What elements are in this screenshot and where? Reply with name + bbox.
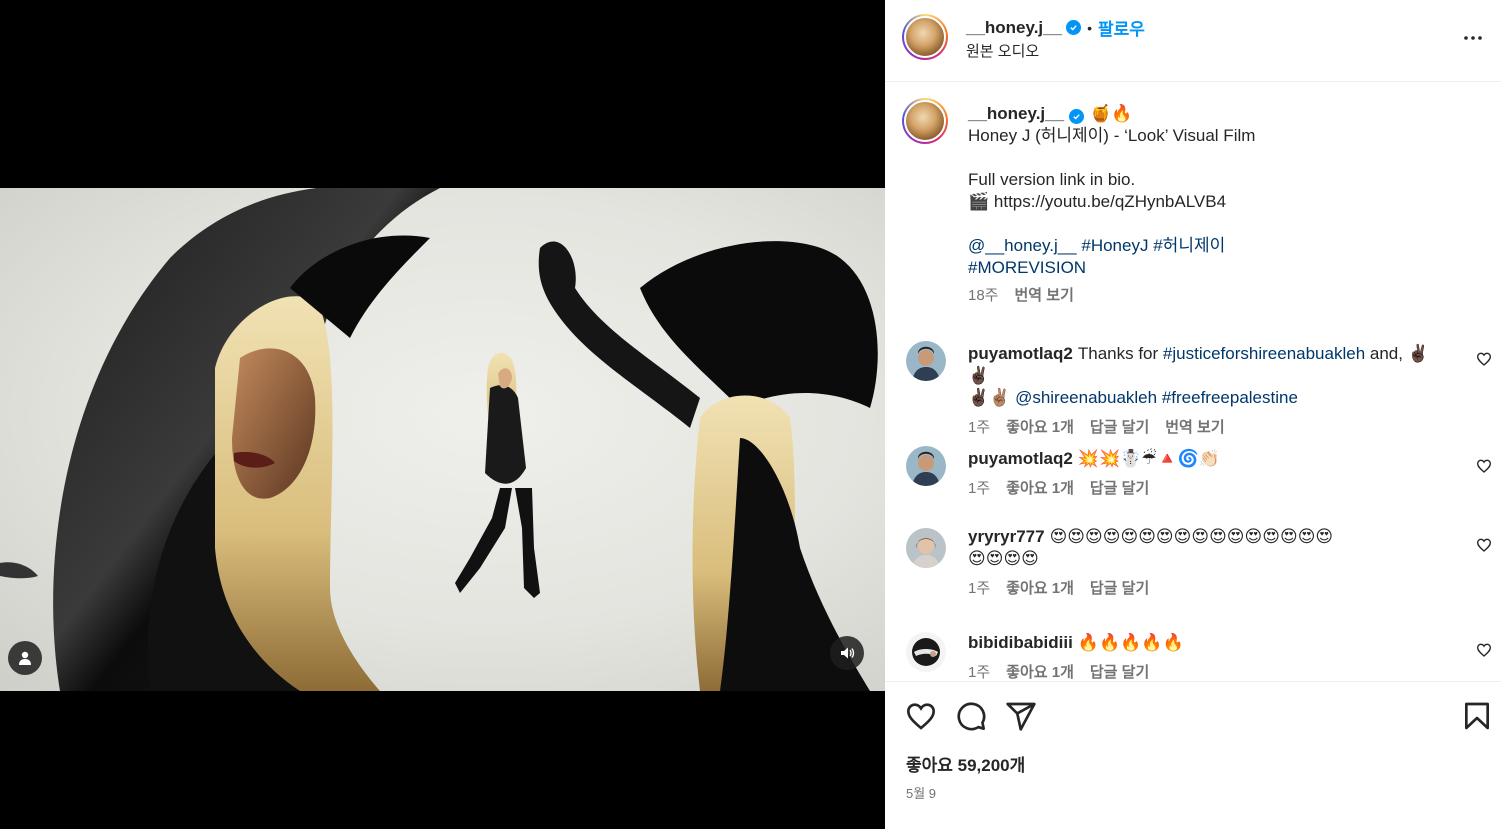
comment-hashtag[interactable]: #justiceforshireenabuakleh [1163,344,1365,363]
caption-time[interactable]: 18주 [968,285,999,307]
caption-hashtag[interactable]: #허니제이 [1153,236,1225,255]
like-count[interactable]: 좋아요 59,200개 [906,751,1025,776]
comment-time[interactable]: 1주 [968,662,990,681]
comment-username[interactable]: bibidibabidiii [968,633,1073,652]
tagged-user-button[interactable] [8,641,42,675]
translate-button[interactable]: 번역 보기 [1165,417,1224,439]
video-frame [0,188,878,691]
comment-text: 😍😍😍😍😍😍😍😍😍😍😍😍😍😍😍😍 [1049,527,1334,546]
comment-text: 💥💥☃️☔🔺🌀👏🏻 [1077,449,1221,468]
comment-username[interactable]: puyamotlaq2 [968,449,1073,468]
heart-icon[interactable] [1476,351,1492,367]
caption-mention[interactable]: @__honey.j__ [968,236,1077,255]
comment-body: yryryr777 😍😍😍😍😍😍😍😍😍😍😍😍😍😍😍😍 😍😍😍😍 1주 좋아요 1개… [968,526,1448,600]
reply-button[interactable]: 답글 달기 [1090,578,1149,600]
speaker-icon [841,647,855,659]
comment-meta: 1주 좋아요 1개 답글 달기 번역 보기 [968,417,1448,439]
comment-likes[interactable]: 좋아요 1개 [1006,662,1074,681]
audio-label[interactable]: 원본 오디오 [966,40,1039,61]
comment-time[interactable]: 1주 [968,478,990,500]
comment-avatar[interactable] [906,528,946,568]
comment-text: ✌🏿✌🏽 [968,388,1016,407]
comments-list[interactable]: __honey.j__ 🍯🔥 Honey J (허니제이) - ‘Look’ Vi… [885,83,1501,681]
reply-button[interactable]: 답글 달기 [1090,662,1149,681]
verified-badge-icon [1069,109,1085,124]
comment-mention[interactable]: @shireenabuakleh [1015,388,1157,407]
video-player[interactable] [0,188,885,691]
comment-meta: 1주 좋아요 1개 답글 달기 [968,578,1448,600]
verified-badge-icon [1066,20,1082,35]
user-icon [19,651,31,665]
comment-body: puyamotlaq2 💥💥☃️☔🔺🌀👏🏻 1주 좋아요 1개 답글 달기 [968,448,1448,500]
reply-button[interactable]: 답글 달기 [1090,478,1149,500]
mute-toggle-button[interactable] [830,636,864,670]
comment-likes[interactable]: 좋아요 1개 [1006,578,1074,600]
comment-avatar[interactable] [906,341,946,381]
comment-time[interactable]: 1주 [968,417,990,439]
comment-body: bibidibabidiii 🔥🔥🔥🔥🔥 1주 좋아요 1개 답글 달기 [968,632,1448,681]
comment-bubble-icon[interactable] [955,700,987,732]
comment-body: puyamotlaq2 Thanks for #justiceforshireen… [968,343,1448,439]
author-username[interactable]: __honey.j__ [966,18,1062,38]
like-heart-icon[interactable] [905,700,937,732]
comment-likes[interactable]: 좋아요 1개 [1006,417,1074,439]
caption-translate-button[interactable]: 번역 보기 [1015,285,1074,307]
caption-username[interactable]: __honey.j__ [968,104,1064,123]
comment-meta: 1주 좋아요 1개 답글 달기 [968,478,1448,500]
heart-icon[interactable] [1476,537,1492,553]
more-horizontal-icon[interactable] [1461,26,1485,50]
comment-username[interactable]: yryryr777 [968,527,1045,546]
caption-line-bio: Full version link in bio. [968,170,1136,189]
comment-time[interactable]: 1주 [968,578,990,600]
caption-line-link[interactable]: 🎬 https://youtu.be/qZHynbALVB4 [968,191,1448,213]
author-avatar[interactable] [902,14,948,60]
post-side-panel: __honey.j__ • 팔로우 원본 오디오 __honey.j__ 🍯🔥 [885,0,1501,829]
follow-button[interactable]: 팔로우 [1098,15,1145,40]
comment-likes[interactable]: 좋아요 1개 [1006,478,1074,500]
post-header: __honey.j__ • 팔로우 원본 오디오 [885,0,1501,82]
caption-line-title: Honey J (허니제이) - ‘Look’ Visual Film [968,126,1256,145]
comment-meta: 1주 좋아요 1개 답글 달기 [968,662,1448,681]
separator-dot: • [1087,19,1092,36]
header-user-row: __honey.j__ • 팔로우 [966,15,1145,40]
caption-meta: 18주 번역 보기 [968,285,1448,307]
caption-emoji: 🍯🔥 [1090,104,1133,123]
comment-text: 😍😍😍😍 [968,549,1039,568]
post-media [0,0,885,829]
bookmark-icon[interactable] [1461,700,1493,732]
reply-button[interactable]: 답글 달기 [1090,417,1149,439]
comment-text: Thanks for [1077,344,1163,363]
post-date[interactable]: 5월 9 [906,783,936,802]
heart-icon[interactable] [1476,458,1492,474]
comment-text: 🔥🔥🔥🔥🔥 [1077,633,1184,652]
share-paper-plane-icon[interactable] [1005,700,1037,732]
caption-hashtag[interactable]: #HoneyJ [1081,236,1148,255]
comment-username[interactable]: puyamotlaq2 [968,344,1073,363]
comment-avatar[interactable] [906,446,946,486]
heart-icon[interactable] [1476,642,1492,658]
post-actions: 좋아요 59,200개 5월 9 [885,681,1501,829]
caption-avatar[interactable] [902,98,948,144]
caption-body: __honey.j__ 🍯🔥 Honey J (허니제이) - ‘Look’ Vi… [968,103,1448,307]
comment-avatar[interactable] [906,632,946,672]
comment-hashtag[interactable]: #freefreepalestine [1162,388,1298,407]
caption-hashtag[interactable]: #MOREVISION [968,258,1086,277]
